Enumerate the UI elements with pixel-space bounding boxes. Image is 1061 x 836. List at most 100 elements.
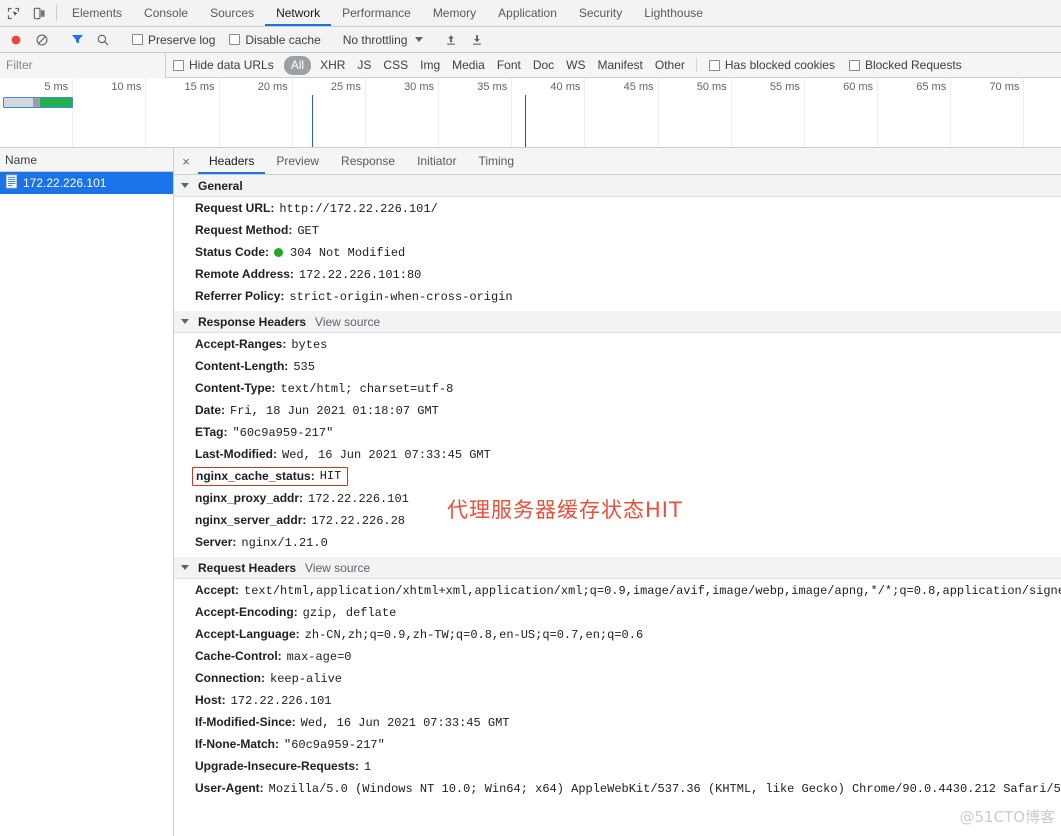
header-name: Connection: [195,670,265,685]
header-name: nginx_cache_status: [196,468,315,483]
filter-type-media-label: Media [452,57,485,72]
header-row: Host: 172.22.226.101 [174,689,1061,711]
filter-type-media[interactable]: Media [446,57,491,74]
section-title: General [198,178,243,193]
header-name: Referrer Policy: [195,288,285,303]
network-overview-timeline[interactable]: 5 ms 10 ms 15 ms 20 ms 25 ms 30 ms 35 ms 40 ms 4… [0,78,1061,148]
tab-response[interactable]: Response [330,148,406,174]
has-blocked-cookies-label: Has blocked cookies [724,58,835,72]
inspect-cursor-icon[interactable] [0,0,26,26]
view-source-link[interactable]: View source [305,561,370,575]
header-row: If-Modified-Since: Wed, 16 Jun 2021 07:33… [174,711,1061,733]
tab-initiator[interactable]: Initiator [406,148,467,174]
disable-cache-box [229,34,241,45]
filter-type-manifest[interactable]: Manifest [592,57,649,74]
close-icon[interactable]: × [174,148,198,174]
section-header[interactable]: Request Headers View source [174,557,1061,579]
network-main-area: Name 172.22.226.101 × Headers Preview Re… [0,148,1061,836]
timeline-tick-label: 55 ms [769,81,800,93]
timeline-bar-segment [40,98,73,107]
header-value: 172.22.226.101:80 [298,267,422,282]
filter-type-ws[interactable]: WS [560,57,591,74]
tab-lighthouse[interactable]: Lighthouse [633,0,714,26]
blocked-requests-checkbox[interactable]: Blocked Requests [842,58,969,72]
tab-memory-label: Memory [432,6,477,20]
has-blocked-cookies-checkbox[interactable]: Has blocked cookies [702,58,842,72]
header-name: nginx_server_addr: [195,512,307,527]
blocked-requests-box [848,59,860,71]
tab-timing-label: Timing [478,154,515,168]
search-icon[interactable] [90,33,116,47]
section-header[interactable]: General [174,175,1061,197]
view-source-link[interactable]: View source [315,315,380,329]
device-toolbar-icon[interactable] [26,0,52,26]
clear-icon[interactable] [29,33,55,47]
header-name: Server: [195,534,237,549]
filter-type-img[interactable]: Img [414,57,446,74]
request-detail-tabbar: × Headers Preview Response Initiator Tim… [174,148,1061,175]
tab-memory[interactable]: Memory [422,0,487,26]
filter-type-doc[interactable]: Doc [527,57,560,74]
header-value: 172.22.226.101 [308,491,409,506]
header-row: Last-Modified: Wed, 16 Jun 2021 07:33:45 … [174,443,1061,465]
filter-type-other[interactable]: Other [649,57,691,74]
header-value: text/html; charset=utf-8 [280,381,454,396]
hide-data-urls-checkbox[interactable]: Hide data URLs [166,58,281,72]
tab-preview[interactable]: Preview [265,148,330,174]
tab-network[interactable]: Network [265,0,332,26]
request-list-column-header[interactable]: Name [0,148,173,172]
header-value: Wed, 16 Jun 2021 07:33:45 GMT [282,447,491,462]
header-value: nginx/1.21.0 [241,535,328,550]
tab-performance[interactable]: Performance [331,0,422,26]
filter-type-css[interactable]: CSS [377,57,414,74]
arrow-down-export-icon[interactable] [464,33,490,47]
tab-elements-label: Elements [72,6,123,20]
tab-console[interactable]: Console [133,0,199,26]
has-blocked-cookies-box [708,59,720,71]
throttling-select[interactable]: No throttling [337,33,430,47]
filter-type-js[interactable]: JS [351,57,377,74]
filter-type-all[interactable]: All [283,55,312,75]
timeline-event-marker [525,95,527,147]
tab-response-label: Response [341,154,396,168]
filter-type-css-label: CSS [383,57,409,72]
header-value: max-age=0 [286,649,352,664]
timeline-request-bar[interactable] [2,97,74,108]
preserve-log-checkbox[interactable]: Preserve log [125,33,222,47]
timeline-tick-cell: 15 ms [146,78,220,147]
tab-application[interactable]: Application [487,0,568,26]
tab-performance-label: Performance [342,6,411,20]
filter-input[interactable] [0,52,166,78]
list-item-label: 172.22.226.101 [23,176,107,190]
watermark: @51CTO博客 [959,808,1055,826]
tab-sources[interactable]: Sources [199,0,265,26]
section-header[interactable]: Response Headers View source [174,311,1061,333]
filter-type-other-label: Other [654,57,685,72]
tab-timing[interactable]: Timing [467,148,525,174]
tab-lighthouse-label: Lighthouse [644,6,703,20]
tab-security[interactable]: Security [568,0,633,26]
triangle-down-icon [181,183,189,188]
timeline-tick-label: 15 ms [184,81,215,93]
filter-divider [695,58,697,72]
filter-type-font[interactable]: Font [491,57,527,74]
tab-elements[interactable]: Elements [61,0,133,26]
timeline-tick-label: 30 ms [404,81,435,93]
timeline-bar-segment [33,98,41,107]
filter-type-xhr[interactable]: XHR [314,57,351,74]
header-row: Upgrade-Insecure-Requests: 1 [174,755,1061,777]
disable-cache-checkbox[interactable]: Disable cache [222,33,327,47]
header-row: ETag: "60c9a959-217" [174,421,1061,443]
tab-headers[interactable]: Headers [198,148,266,174]
header-name: Status Code: [195,244,270,259]
timeline-tick-cell: 65 ms [878,78,952,147]
header-row: Cache-Control: max-age=0 [174,645,1061,667]
header-value: 172.22.226.101 [230,693,332,708]
record-icon[interactable] [3,33,29,47]
filter-icon[interactable] [64,32,90,47]
table-row[interactable]: 172.22.226.101 [0,172,173,194]
tab-preview-label: Preview [276,154,320,168]
arrow-up-import-icon[interactable] [438,33,464,47]
header-row: Status Code: 304 Not Modified [174,241,1061,263]
header-row: Accept: text/html,application/xhtml+xml,a… [174,579,1061,601]
